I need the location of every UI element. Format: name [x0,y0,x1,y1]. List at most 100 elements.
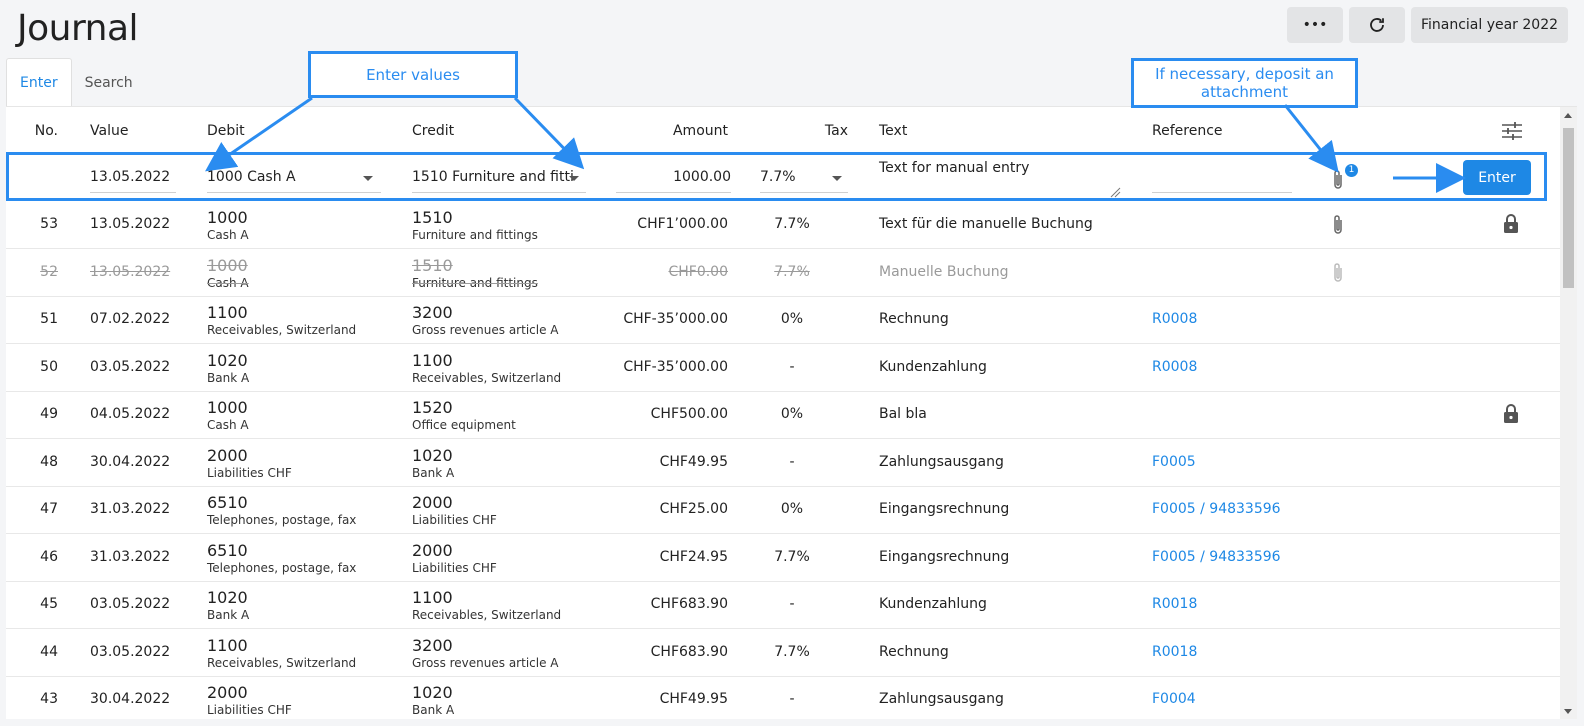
entry-date: 13.05.2022 [90,216,171,232]
entry-reference-link[interactable]: R0008 [1152,359,1197,375]
entry-row: 13.05.2022 1000 Cash A 1510 Furniture an… [6,152,1547,201]
header-debit[interactable]: Debit [207,107,245,154]
entry-amount: CHF0.00 [668,263,728,280]
refresh-button[interactable] [1349,7,1405,43]
debit-account: 2000 Liabilities CHF [207,684,292,718]
debit-account-name: Telephones, postage, fax [207,513,357,527]
attachment-button[interactable] [1331,262,1345,288]
debit-account-name: Liabilities CHF [207,703,292,717]
debit-account-number: 6510 [207,493,248,512]
entry-reference-link[interactable]: R0018 [1152,596,1197,612]
table-row[interactable]: 43 30.04.2022 2000 Liabilities CHF 1020 Bank … [6,676,1560,719]
credit-select[interactable]: 1510 Furniture and fitti [412,169,586,193]
tax-select[interactable]: 7.7% [760,169,848,193]
vertical-scrollbar[interactable] [1560,107,1577,719]
debit-account: 1020 Bank A [207,589,249,623]
header-text[interactable]: Text [879,107,907,154]
entry-text: Rechnung [879,643,949,660]
table-row[interactable]: 50 03.05.2022 1020 Bank A 1100 Receivables, S… [6,344,1560,392]
text-input-value: Text for manual entry [879,160,1030,176]
debit-account-name: Receivables, Switzerland [207,655,357,670]
scroll-up-arrow-icon[interactable] [1564,113,1572,118]
entry-date: 31.03.2022 [90,501,171,517]
entry-date: 03.05.2022 [90,643,171,660]
entry-number: 43 [40,691,58,707]
credit-account-name: Receivables, Switzerland [412,370,562,385]
table-row[interactable]: 48 30.04.2022 2000 Liabilities CHF 1020 Bank … [6,439,1560,487]
debit-account-number: 1020 [207,350,248,370]
credit-account: 1020 Bank A [412,684,454,718]
table-row[interactable]: 49 04.05.2022 1000 Cash A 1520 Office equipme… [6,391,1560,439]
header-tax[interactable]: Tax [796,107,848,154]
entry-text: Text für die manuelle Buchung [879,216,1093,232]
table-row[interactable]: 44 03.05.2022 1100 Receivables, Switzerland… [6,629,1560,677]
debit-account-number: 2000 [207,683,248,702]
callout-attachment: If necessary, deposit an attachment [1131,58,1358,108]
credit-account: 1100 Receivables, Switzerland [412,350,562,386]
table-row[interactable]: 46 31.03.2022 6510 Telephones, postage, fax… [6,534,1560,582]
attachment-button[interactable] [1331,214,1345,240]
entry-amount: CHF24.95 [659,548,728,565]
reference-input[interactable] [1152,169,1292,193]
table-row[interactable]: 51 07.02.2022 1100 Receivables, Switzerland… [6,296,1560,344]
amount-input[interactable]: 1000.00 [616,169,731,193]
resize-handle-icon[interactable] [1109,186,1121,198]
credit-account-number: 3200 [412,635,453,655]
entry-date: 04.05.2022 [90,406,171,422]
entry-reference-link[interactable]: F0005 / 94833596 [1152,501,1281,517]
entry-tax: 7.7% [774,216,810,232]
paperclip-icon [1334,170,1342,189]
entry-date: 30.04.2022 [90,691,171,707]
entry-text: Kundenzahlung [879,596,987,612]
financial-year-button[interactable]: Financial year 2022 [1411,7,1568,43]
debit-account: 2000 Liabilities CHF [207,446,292,481]
entry-reference-link[interactable]: F0005 / 94833596 [1152,549,1281,565]
entry-number: 47 [40,501,58,517]
column-settings-button[interactable] [1502,107,1522,154]
entry-number: 49 [40,406,58,422]
debit-select[interactable]: 1000 Cash A [207,169,381,193]
entry-reference-link[interactable]: F0005 [1152,454,1196,470]
scroll-down-arrow-icon[interactable] [1564,709,1572,714]
tab-search[interactable]: Search [72,58,146,107]
header-value[interactable]: Value [90,107,128,154]
table-row[interactable]: 52 13.05.2022 1000 Cash A 1510 Furniture and … [6,249,1560,297]
debit-account-name: Bank A [207,608,250,622]
table-row[interactable]: 53 13.05.2022 1000 Cash A 1510 Furniture and … [6,201,1560,249]
table-row[interactable]: 45 03.05.2022 1020 Bank A 1100 Receivables, S… [6,581,1560,629]
header-no[interactable]: No. [6,107,58,154]
debit-account-name: Cash A [207,275,249,290]
text-input[interactable]: Text for manual entry [879,160,1121,198]
credit-account: 1510 Furniture and fittings [412,256,538,291]
header-credit[interactable]: Credit [412,107,454,154]
entry-reference-link[interactable]: R0018 [1152,644,1197,660]
entry-tax: - [789,596,795,612]
credit-account-number: 1100 [412,350,453,370]
entry-amount: CHF-35’000.00 [623,311,728,327]
entry-reference-link[interactable]: R0008 [1152,311,1197,327]
credit-account: 1510 Furniture and fittings [412,209,538,243]
attachment-button[interactable]: 1 [1331,164,1358,195]
entry-reference-link[interactable]: F0004 [1152,691,1196,707]
tab-enter[interactable]: Enter [6,58,72,107]
header-amount[interactable]: Amount [586,107,728,154]
entry-tax: 0% [780,501,804,517]
table-row[interactable]: 47 31.03.2022 6510 Telephones, postage, fax… [6,486,1560,534]
entry-date: 13.05.2022 [90,263,171,280]
entry-tax: - [789,453,795,470]
lock-icon [1503,403,1519,427]
header-reference[interactable]: Reference [1152,107,1223,154]
entry-text: Manuelle Buchung [879,263,1009,280]
entry-amount: CHF1’000.00 [637,216,728,232]
credit-account: 2000 Liabilities CHF [412,541,497,576]
credit-account-name: Bank A [412,703,455,717]
enter-button[interactable]: Enter [1463,160,1531,195]
debit-account-name: Bank A [207,370,250,385]
entry-amount: CHF49.95 [659,453,728,470]
debit-account-number: 1100 [207,635,248,655]
credit-account-number: 1520 [412,398,453,417]
scrollbar-thumb[interactable] [1563,128,1574,288]
more-options-button[interactable]: ••• [1287,7,1343,43]
date-input[interactable]: 13.05.2022 [90,169,176,193]
credit-account: 3200 Gross revenues article A [412,304,559,338]
